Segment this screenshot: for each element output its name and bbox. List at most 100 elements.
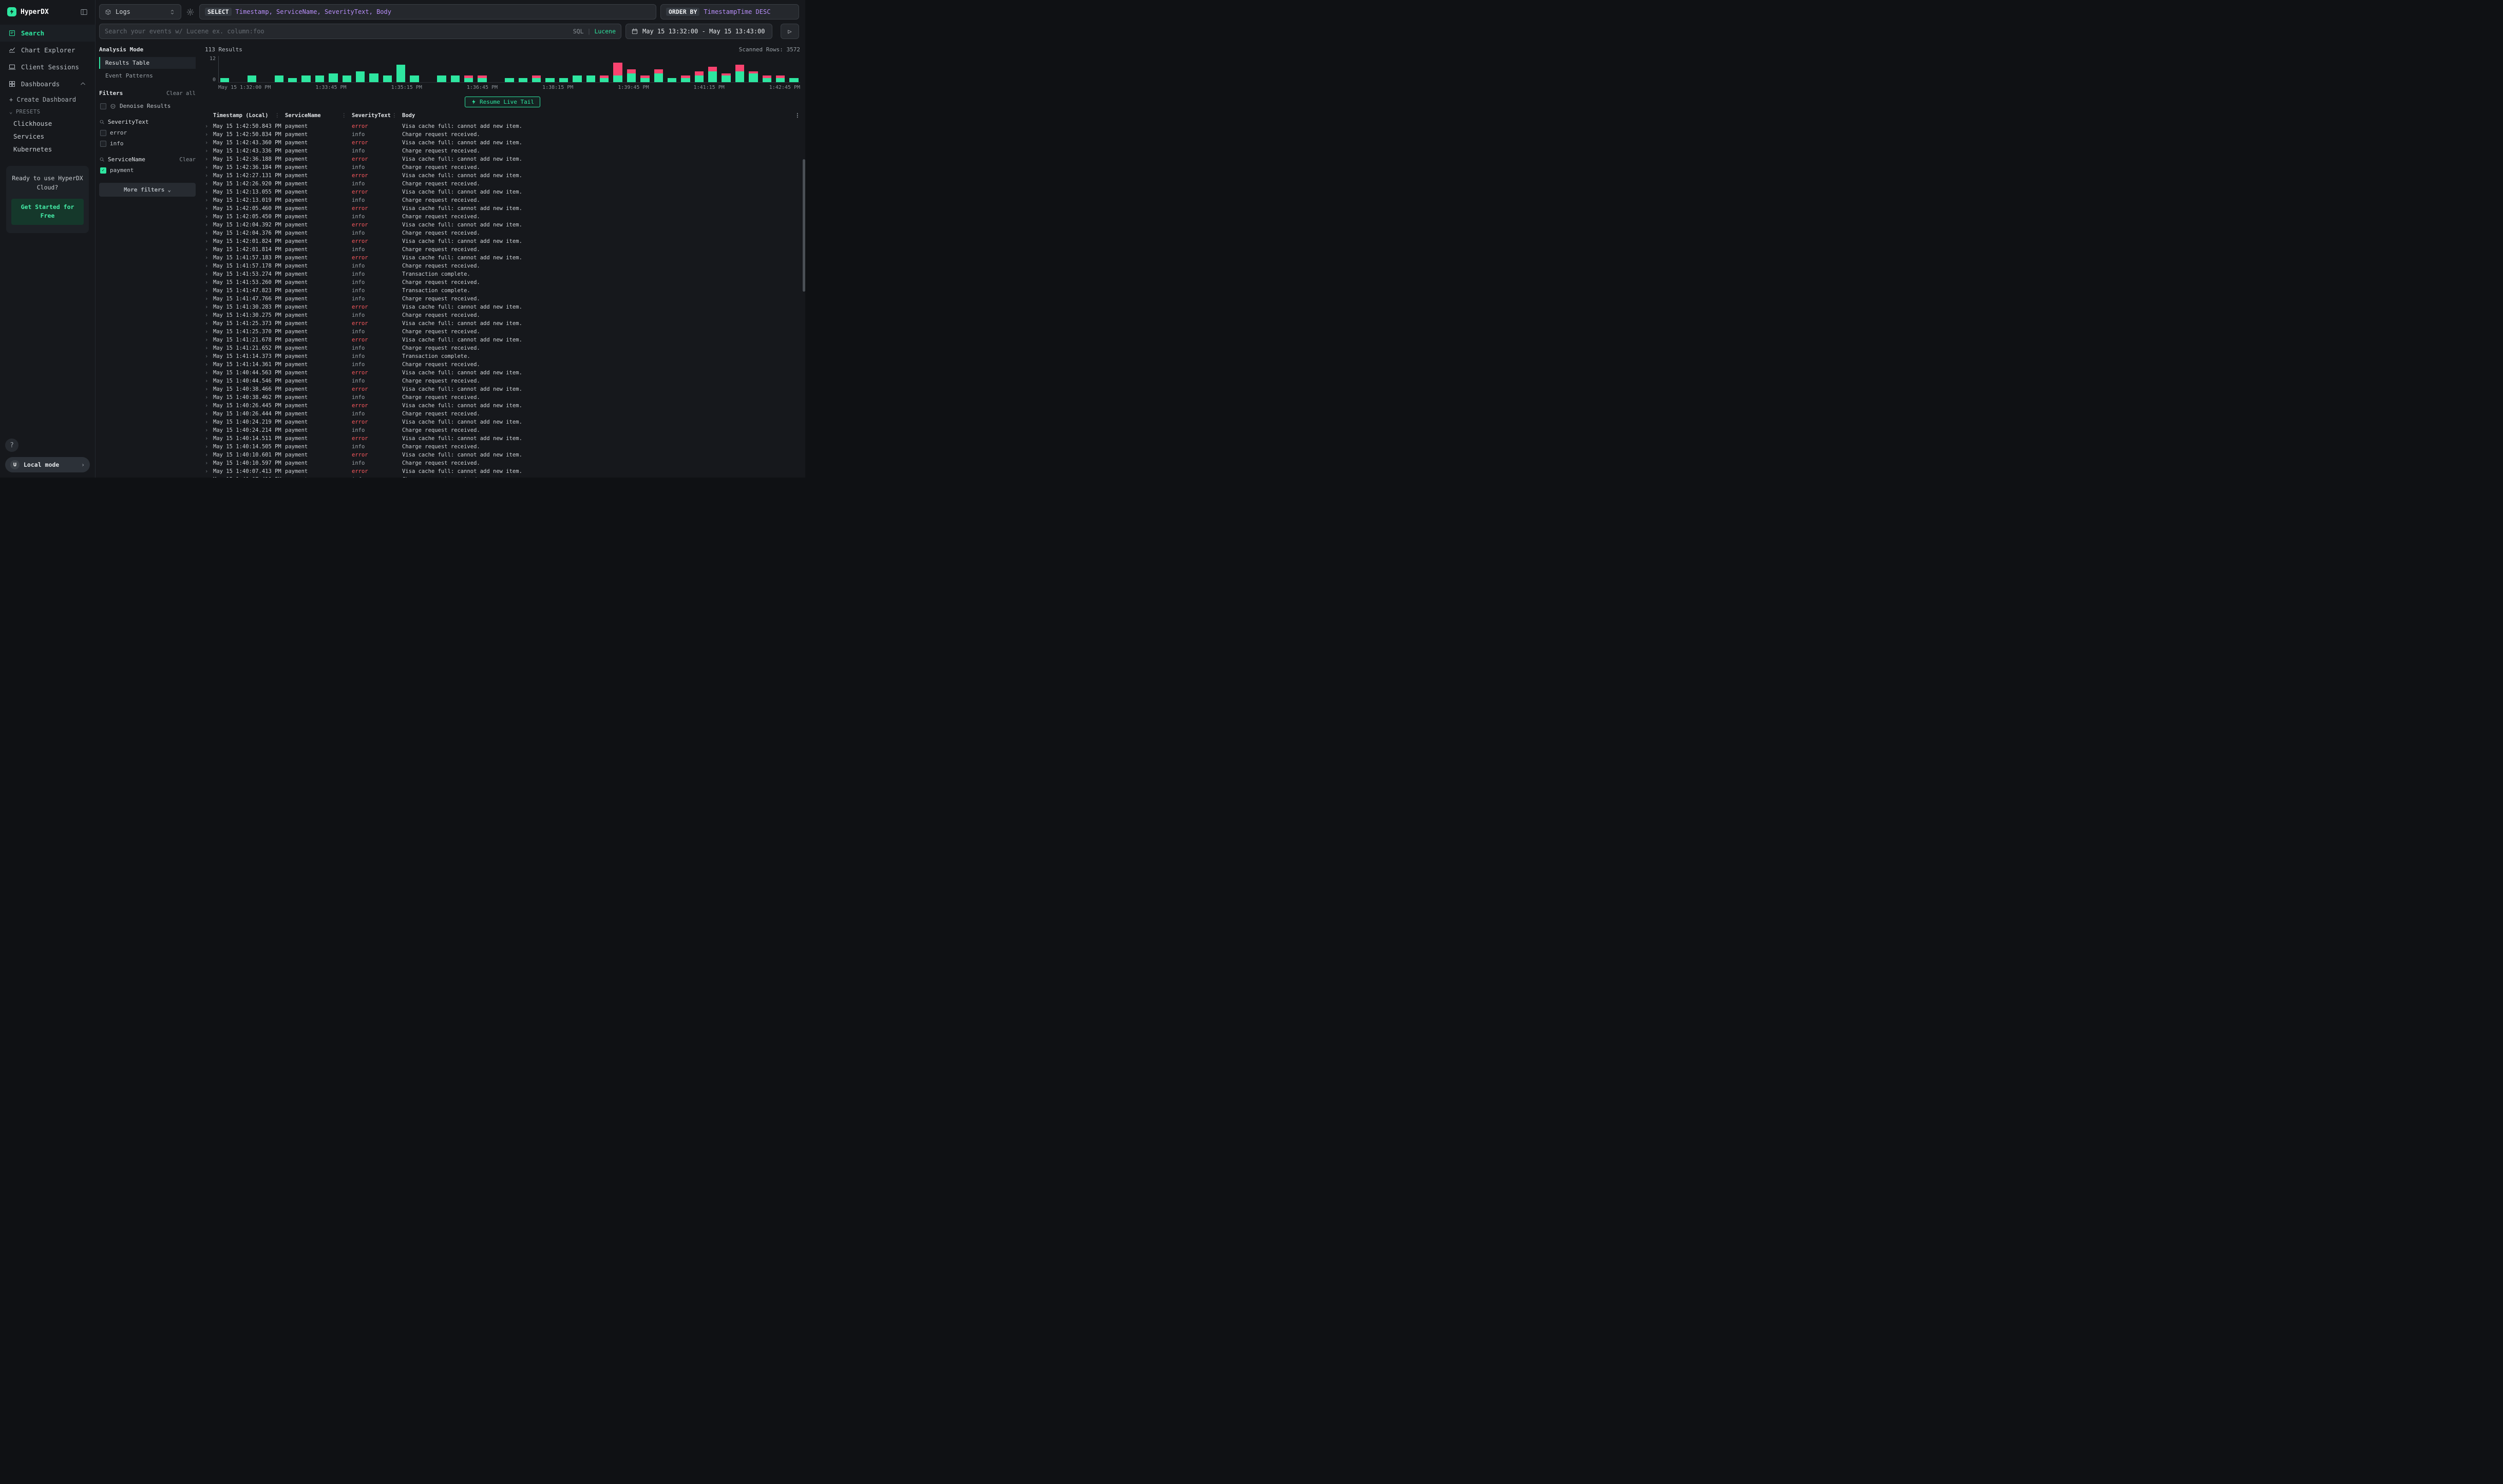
row-expand-icon[interactable]: › [205, 147, 213, 155]
table-row[interactable]: ›May 15 1:42:05.450 PMpaymentinfoCharge … [205, 213, 800, 221]
facet-option-payment[interactable]: ✓ payment [99, 165, 196, 176]
table-row[interactable]: ›May 15 1:41:30.283 PMpaymenterrorVisa c… [205, 303, 800, 311]
order-by-input[interactable]: ORDER BY TimestampTime DESC [660, 4, 799, 20]
table-row[interactable]: ›May 15 1:42:27.131 PMpaymenterrorVisa c… [205, 172, 800, 180]
row-expand-icon[interactable]: › [205, 426, 213, 434]
select-expression-input[interactable]: SELECT Timestamp, ServiceName, SeverityT… [199, 4, 656, 20]
table-row[interactable]: ›May 15 1:41:53.274 PMpaymentinfoTransac… [205, 270, 800, 278]
row-expand-icon[interactable]: › [205, 163, 213, 172]
table-options-icon[interactable]: ⋮ [791, 112, 800, 119]
row-expand-icon[interactable]: › [205, 360, 213, 369]
table-row[interactable]: ›May 15 1:42:36.188 PMpaymenterrorVisa c… [205, 155, 800, 163]
table-row[interactable]: ›May 15 1:42:26.920 PMpaymentinfoCharge … [205, 180, 800, 188]
table-row[interactable]: ›May 15 1:42:13.055 PMpaymenterrorVisa c… [205, 188, 800, 196]
row-expand-icon[interactable]: › [205, 434, 213, 443]
row-expand-icon[interactable]: › [205, 352, 213, 360]
column-header-severitytext[interactable]: SeverityText ⋮ [352, 112, 402, 119]
table-row[interactable]: ›May 15 1:41:47.766 PMpaymentinfoCharge … [205, 295, 800, 303]
column-header-timestamp[interactable]: Timestamp (Local) ⋮ [213, 112, 285, 119]
column-separator[interactable]: ⋮ [392, 112, 397, 119]
table-row[interactable]: ›May 15 1:42:05.460 PMpaymenterrorVisa c… [205, 204, 800, 213]
row-expand-icon[interactable]: › [205, 328, 213, 336]
row-expand-icon[interactable]: › [205, 172, 213, 180]
results-histogram[interactable]: 12 0 [205, 56, 800, 83]
checkbox[interactable] [100, 103, 106, 109]
table-row[interactable]: ›May 15 1:42:50.834 PMpaymentinfoCharge … [205, 130, 800, 139]
row-expand-icon[interactable]: › [205, 139, 213, 147]
row-expand-icon[interactable]: › [205, 270, 213, 278]
row-expand-icon[interactable]: › [205, 122, 213, 130]
run-query-button[interactable]: ▷ [781, 24, 799, 39]
table-row[interactable]: ›May 15 1:41:57.183 PMpaymenterrorVisa c… [205, 254, 800, 262]
row-expand-icon[interactable]: › [205, 295, 213, 303]
table-row[interactable]: ›May 15 1:41:21.678 PMpaymenterrorVisa c… [205, 336, 800, 344]
row-expand-icon[interactable]: › [205, 311, 213, 319]
table-row[interactable]: ›May 15 1:42:01.824 PMpaymenterrorVisa c… [205, 237, 800, 245]
row-expand-icon[interactable]: › [205, 287, 213, 295]
row-expand-icon[interactable]: › [205, 377, 213, 385]
checkbox-checked[interactable]: ✓ [100, 167, 106, 174]
table-row[interactable]: ›May 15 1:42:36.184 PMpaymentinfoCharge … [205, 163, 800, 172]
row-expand-icon[interactable]: › [205, 451, 213, 459]
chevron-up-icon[interactable] [79, 80, 87, 88]
search-input[interactable] [105, 28, 569, 35]
facet-option-error[interactable]: error [99, 127, 196, 138]
table-row[interactable]: ›May 15 1:41:25.370 PMpaymentinfoCharge … [205, 328, 800, 336]
table-row[interactable]: ›May 15 1:40:44.546 PMpaymentinfoCharge … [205, 377, 800, 385]
resume-live-tail-button[interactable]: Resume Live Tail [465, 97, 540, 107]
get-started-button[interactable]: Get Started for Free [11, 199, 84, 225]
row-expand-icon[interactable]: › [205, 402, 213, 410]
row-expand-icon[interactable]: › [205, 254, 213, 262]
checkbox[interactable] [100, 141, 106, 147]
table-row[interactable]: ›May 15 1:41:57.178 PMpaymentinfoCharge … [205, 262, 800, 270]
row-expand-icon[interactable]: › [205, 213, 213, 221]
row-expand-icon[interactable]: › [205, 369, 213, 377]
presets-toggle[interactable]: ⌄ PRESETS [0, 106, 95, 117]
table-row[interactable]: ›May 15 1:41:30.275 PMpaymentinfoCharge … [205, 311, 800, 319]
row-expand-icon[interactable]: › [205, 443, 213, 451]
vertical-scrollbar[interactable] [803, 159, 805, 292]
row-expand-icon[interactable]: › [205, 418, 213, 426]
more-filters-button[interactable]: More filters ⌄ [99, 183, 196, 197]
sidebar-collapse-icon[interactable] [80, 8, 88, 16]
mode-event-patterns[interactable]: Event Patterns [99, 70, 196, 82]
source-select[interactable]: Logs [99, 4, 181, 20]
row-expand-icon[interactable]: › [205, 130, 213, 139]
table-row[interactable]: ›May 15 1:42:04.392 PMpaymenterrorVisa c… [205, 221, 800, 229]
table-row[interactable]: ›May 15 1:42:50.843 PMpaymenterrorVisa c… [205, 122, 800, 130]
row-expand-icon[interactable]: › [205, 180, 213, 188]
mode-results-table[interactable]: Results Table [99, 57, 196, 69]
create-dashboard-button[interactable]: + Create Dashboard [0, 92, 95, 106]
table-row[interactable]: ›May 15 1:41:47.823 PMpaymentinfoTransac… [205, 287, 800, 295]
column-header-servicename[interactable]: ServiceName ⋮ [285, 112, 352, 119]
facet-clear-button[interactable]: Clear [179, 157, 196, 163]
facet-option-info[interactable]: info [99, 138, 196, 149]
row-expand-icon[interactable]: › [205, 237, 213, 245]
table-row[interactable]: ›May 15 1:41:14.373 PMpaymentinfoTransac… [205, 352, 800, 360]
column-separator[interactable]: ⋮ [275, 112, 280, 119]
row-expand-icon[interactable]: › [205, 229, 213, 237]
row-expand-icon[interactable]: › [205, 459, 213, 467]
table-row[interactable]: ›May 15 1:40:38.462 PMpaymentinfoCharge … [205, 393, 800, 402]
sidebar-item-clickhouse[interactable]: Clickhouse [0, 117, 95, 130]
row-expand-icon[interactable]: › [205, 188, 213, 196]
column-separator[interactable]: ⋮ [342, 112, 347, 119]
row-expand-icon[interactable]: › [205, 204, 213, 213]
lucene-mode-button[interactable]: Lucene [594, 28, 616, 35]
table-row[interactable]: ›May 15 1:40:26.445 PMpaymenterrorVisa c… [205, 402, 800, 410]
sidebar-item-client-sessions[interactable]: Client Sessions [0, 59, 95, 75]
table-row[interactable]: ›May 15 1:41:21.652 PMpaymentinfoCharge … [205, 344, 800, 352]
row-expand-icon[interactable]: › [205, 155, 213, 163]
row-expand-icon[interactable]: › [205, 196, 213, 204]
table-row[interactable]: ›May 15 1:40:38.466 PMpaymenterrorVisa c… [205, 385, 800, 393]
row-expand-icon[interactable]: › [205, 385, 213, 393]
sidebar-item-dashboards[interactable]: Dashboards [0, 75, 95, 92]
row-expand-icon[interactable]: › [205, 410, 213, 418]
table-row[interactable]: ›May 15 1:40:14.505 PMpaymentinfoCharge … [205, 443, 800, 451]
denoise-checkbox-row[interactable]: Denoise Results [99, 101, 196, 111]
time-range-picker[interactable]: May 15 13:32:00 - May 15 13:43:00 [625, 24, 772, 39]
row-expand-icon[interactable]: › [205, 245, 213, 254]
sidebar-item-search[interactable]: Search [0, 25, 95, 42]
table-row[interactable]: ›May 15 1:40:14.511 PMpaymenterrorVisa c… [205, 434, 800, 443]
row-expand-icon[interactable]: › [205, 303, 213, 311]
